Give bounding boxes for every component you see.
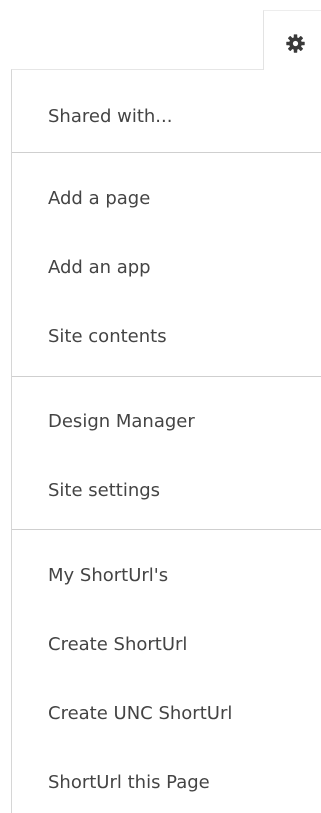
menu-item-site-contents[interactable]: Site contents: [48, 326, 167, 348]
settings-button[interactable]: [263, 10, 321, 70]
settings-menu: Shared with... Add a page Add an app Sit…: [11, 69, 321, 813]
menu-divider: [12, 529, 321, 530]
gear-icon: [286, 34, 305, 53]
menu-divider: [12, 376, 321, 377]
menu-item-design-manager[interactable]: Design Manager: [48, 411, 195, 433]
menu-item-my-shorturls[interactable]: My ShortUrl's: [48, 565, 168, 587]
menu-item-shared-with[interactable]: Shared with...: [48, 106, 172, 128]
menu-item-shorturl-this-page[interactable]: ShortUrl this Page: [48, 772, 210, 794]
menu-divider: [12, 152, 321, 153]
menu-item-add-a-page[interactable]: Add a page: [48, 188, 150, 210]
settings-menu-popup: Shared with... Add a page Add an app Sit…: [0, 0, 321, 813]
menu-item-create-shorturl[interactable]: Create ShortUrl: [48, 634, 187, 656]
menu-item-create-unc-shorturl[interactable]: Create UNC ShortUrl: [48, 703, 232, 725]
menu-item-add-an-app[interactable]: Add an app: [48, 257, 151, 279]
menu-item-site-settings[interactable]: Site settings: [48, 480, 160, 502]
